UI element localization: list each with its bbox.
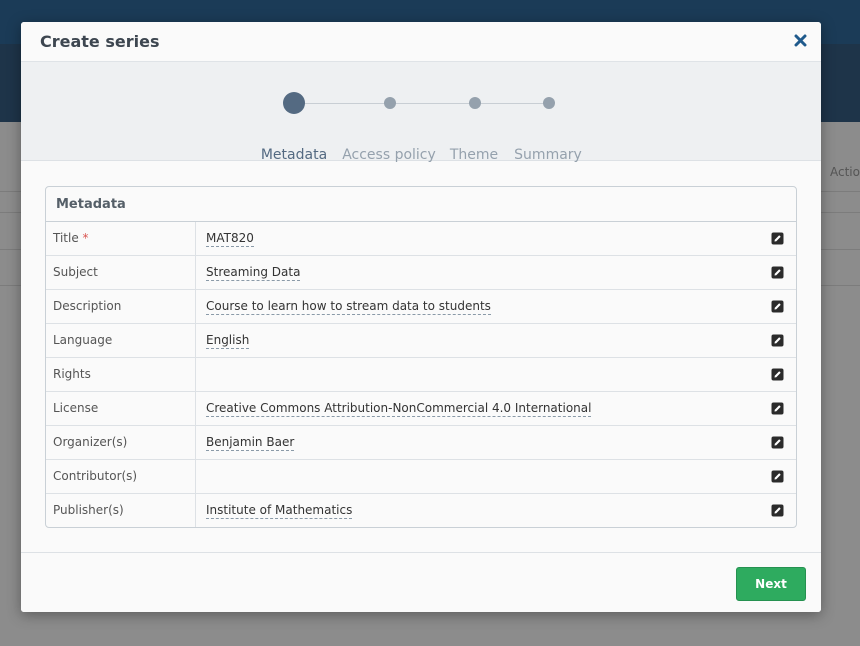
metadata-row: License Creative Commons Attribution-Non… [46,392,796,426]
step-access-policy[interactable]: Access policy [341,62,441,182]
step-label: Summary [514,147,582,163]
field-value-cell[interactable] [196,460,796,493]
field-value: Creative Commons Attribution-NonCommerci… [206,401,592,417]
step-dot-active [283,92,305,114]
field-value-cell[interactable]: Institute of Mathematics [196,494,796,527]
step-label: Theme [449,147,499,163]
required-marker: * [82,231,89,245]
field-value: Benjamin Baer [206,435,295,451]
metadata-row: Publisher(s) Institute of Mathematics [46,494,796,527]
metadata-row: Contributor(s) [46,460,796,494]
pencil-icon[interactable] [771,470,784,483]
create-series-modal: Create series Metadata Access policy The… [21,22,821,612]
field-value: MAT820 [206,231,254,247]
pencil-icon[interactable] [771,334,784,347]
pencil-icon[interactable] [771,300,784,313]
pencil-icon[interactable] [771,504,784,517]
pencil-icon[interactable] [771,266,784,279]
metadata-panel: Metadata Title * MAT820 Subject Streamin… [45,186,797,528]
field-label: Description [46,290,196,323]
field-value-cell[interactable]: MAT820 [196,222,796,255]
step-theme[interactable]: Theme [441,62,511,182]
field-value-cell[interactable]: Benjamin Baer [196,426,796,459]
pencil-icon[interactable] [771,402,784,415]
metadata-row: Description Course to learn how to strea… [46,290,796,324]
field-value-cell[interactable] [196,358,796,391]
field-label: Subject [46,256,196,289]
field-value-cell[interactable]: Course to learn how to stream data to st… [196,290,796,323]
step-summary[interactable]: Summary [511,62,591,182]
field-label: Rights [46,358,196,391]
close-icon [794,34,806,46]
field-value: Institute of Mathematics [206,503,353,519]
close-button[interactable] [791,31,809,49]
background-actions-header: Actio [830,165,860,179]
metadata-row: Rights [46,358,796,392]
step-label: Access policy [342,147,436,163]
modal-title: Create series [40,32,160,51]
metadata-table: Title * MAT820 Subject Streaming Data De… [46,222,796,527]
step-label: Metadata [260,147,328,163]
field-value: English [206,333,250,349]
field-label: Language [46,324,196,357]
field-value-cell[interactable]: English [196,324,796,357]
step-dot [384,97,396,109]
field-value-cell[interactable]: Streaming Data [196,256,796,289]
field-value: Streaming Data [206,265,301,281]
pencil-icon[interactable] [771,436,784,449]
field-value-cell[interactable]: Creative Commons Attribution-NonCommerci… [196,392,796,425]
next-button[interactable]: Next [736,567,806,601]
pencil-icon[interactable] [771,368,784,381]
pencil-icon[interactable] [771,232,784,245]
metadata-row: Organizer(s) Benjamin Baer [46,426,796,460]
field-label: License [46,392,196,425]
field-label: Publisher(s) [46,494,196,527]
panel-heading: Metadata [46,187,796,222]
wizard-steps: Metadata Access policy Theme Summary [21,62,821,163]
metadata-row: Language English [46,324,796,358]
field-label: Contributor(s) [46,460,196,493]
step-dot [469,97,481,109]
metadata-row: Subject Streaming Data [46,256,796,290]
step-metadata[interactable]: Metadata [241,62,341,182]
metadata-row: Title * MAT820 [46,222,796,256]
modal-footer: Next [21,552,821,612]
field-label: Organizer(s) [46,426,196,459]
field-value: Course to learn how to stream data to st… [206,299,491,315]
field-label: Title * [46,222,196,255]
modal-header: Create series [21,22,821,62]
step-dot [543,97,555,109]
